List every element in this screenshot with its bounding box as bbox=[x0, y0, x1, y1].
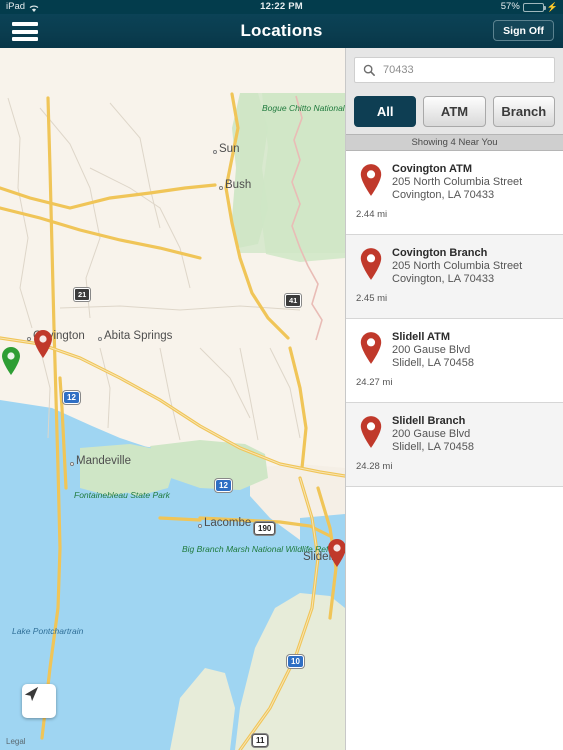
status-bar-clock: 12:22 PM bbox=[260, 1, 303, 12]
map-canvas bbox=[0, 48, 345, 750]
place-dot bbox=[98, 337, 102, 341]
list-item[interactable]: Slidell Branch 200 Gause Blvd Slidell, L… bbox=[346, 403, 563, 487]
locations-panel: 70433 All ATM Branch Showing 4 Near You bbox=[345, 48, 563, 750]
page-title: Locations bbox=[240, 21, 323, 40]
route-shield-i10-north: 10 bbox=[287, 655, 304, 668]
status-bar: iPad 12:22 PM 57% ⚡ bbox=[0, 0, 563, 14]
list-item-city: Slidell, LA 70458 bbox=[392, 441, 474, 453]
place-dot bbox=[27, 337, 31, 341]
list-item-pin-icon bbox=[354, 330, 388, 370]
search-input[interactable]: 70433 bbox=[354, 57, 555, 83]
lightning-bolt-icon: ⚡ bbox=[546, 2, 558, 12]
search-icon bbox=[363, 64, 375, 76]
navigation-arrow-icon bbox=[24, 686, 39, 702]
list-item-city: Covington, LA 70433 bbox=[392, 189, 495, 201]
route-shield-i12-west: 12 bbox=[63, 391, 80, 404]
list-item-distance: 24.27 mi bbox=[356, 377, 393, 388]
place-dot bbox=[198, 524, 202, 528]
locations-screen: iPad 12:22 PM 57% ⚡ Locations Sign Off S… bbox=[0, 0, 563, 750]
list-item-name: Slidell Branch bbox=[392, 415, 466, 427]
map-legal-link[interactable]: Legal bbox=[6, 737, 26, 746]
list-item-city: Slidell, LA 70458 bbox=[392, 357, 474, 369]
list-item-pin-icon bbox=[354, 246, 388, 286]
route-shield-i12-east: 12 bbox=[215, 479, 232, 492]
place-dot bbox=[70, 462, 74, 466]
list-item-street: 200 Gause Blvd bbox=[392, 428, 471, 440]
filter-tab-atm[interactable]: ATM bbox=[423, 96, 486, 127]
filter-tab-branch[interactable]: Branch bbox=[492, 96, 555, 127]
list-item-distance: 2.45 mi bbox=[356, 293, 388, 304]
list-item-name: Slidell ATM bbox=[392, 331, 451, 343]
place-dot bbox=[213, 150, 217, 154]
slidell-map-pin[interactable] bbox=[326, 538, 345, 568]
map-view[interactable]: Sun Bush Covington Abita Springs Mandevi… bbox=[0, 48, 345, 750]
list-item-name: Covington ATM bbox=[392, 163, 473, 175]
filter-tab-all[interactable]: All bbox=[354, 96, 417, 127]
locate-me-button[interactable] bbox=[22, 684, 56, 718]
place-dot bbox=[219, 186, 223, 190]
route-shield-21: 21 bbox=[74, 288, 91, 301]
results-count-header: Showing 4 Near You bbox=[346, 134, 563, 151]
list-item-distance: 24.28 mi bbox=[356, 461, 393, 472]
battery-percent-label: 57% bbox=[500, 1, 520, 12]
battery-icon bbox=[522, 2, 546, 12]
list-item-pin-icon bbox=[354, 414, 388, 454]
navigation-bar: Locations Sign Off bbox=[0, 14, 563, 48]
list-item-street: 205 North Columbia Street bbox=[392, 176, 523, 188]
search-bar-container: 70433 bbox=[346, 48, 563, 92]
list-item[interactable]: Covington Branch 205 North Columbia Stre… bbox=[346, 235, 563, 319]
covington-map-pin[interactable] bbox=[32, 329, 54, 359]
search-input-value: 70433 bbox=[383, 64, 414, 76]
locations-list: Covington ATM 205 North Columbia Street … bbox=[346, 151, 563, 487]
sign-off-button[interactable]: Sign Off bbox=[493, 20, 554, 41]
route-shield-us190: 190 bbox=[254, 522, 276, 535]
list-item-street: 205 North Columbia Street bbox=[392, 260, 523, 272]
list-item-name: Covington Branch bbox=[392, 247, 488, 259]
list-item[interactable]: Slidell ATM 200 Gause Blvd Slidell, LA 7… bbox=[346, 319, 563, 403]
status-bar-right: 57% ⚡ bbox=[501, 0, 558, 14]
list-item[interactable]: Covington ATM 205 North Columbia Street … bbox=[346, 151, 563, 235]
list-item-street: 200 Gause Blvd bbox=[392, 344, 471, 356]
list-item-distance: 2.44 mi bbox=[356, 209, 388, 220]
list-item-pin-icon bbox=[354, 162, 388, 202]
user-location-map-pin[interactable] bbox=[0, 346, 22, 376]
filter-segmented-control: All ATM Branch bbox=[346, 92, 563, 134]
list-item-city: Covington, LA 70433 bbox=[392, 273, 495, 285]
route-shield-41: 41 bbox=[285, 294, 302, 307]
route-shield-11: 11 bbox=[252, 734, 269, 747]
